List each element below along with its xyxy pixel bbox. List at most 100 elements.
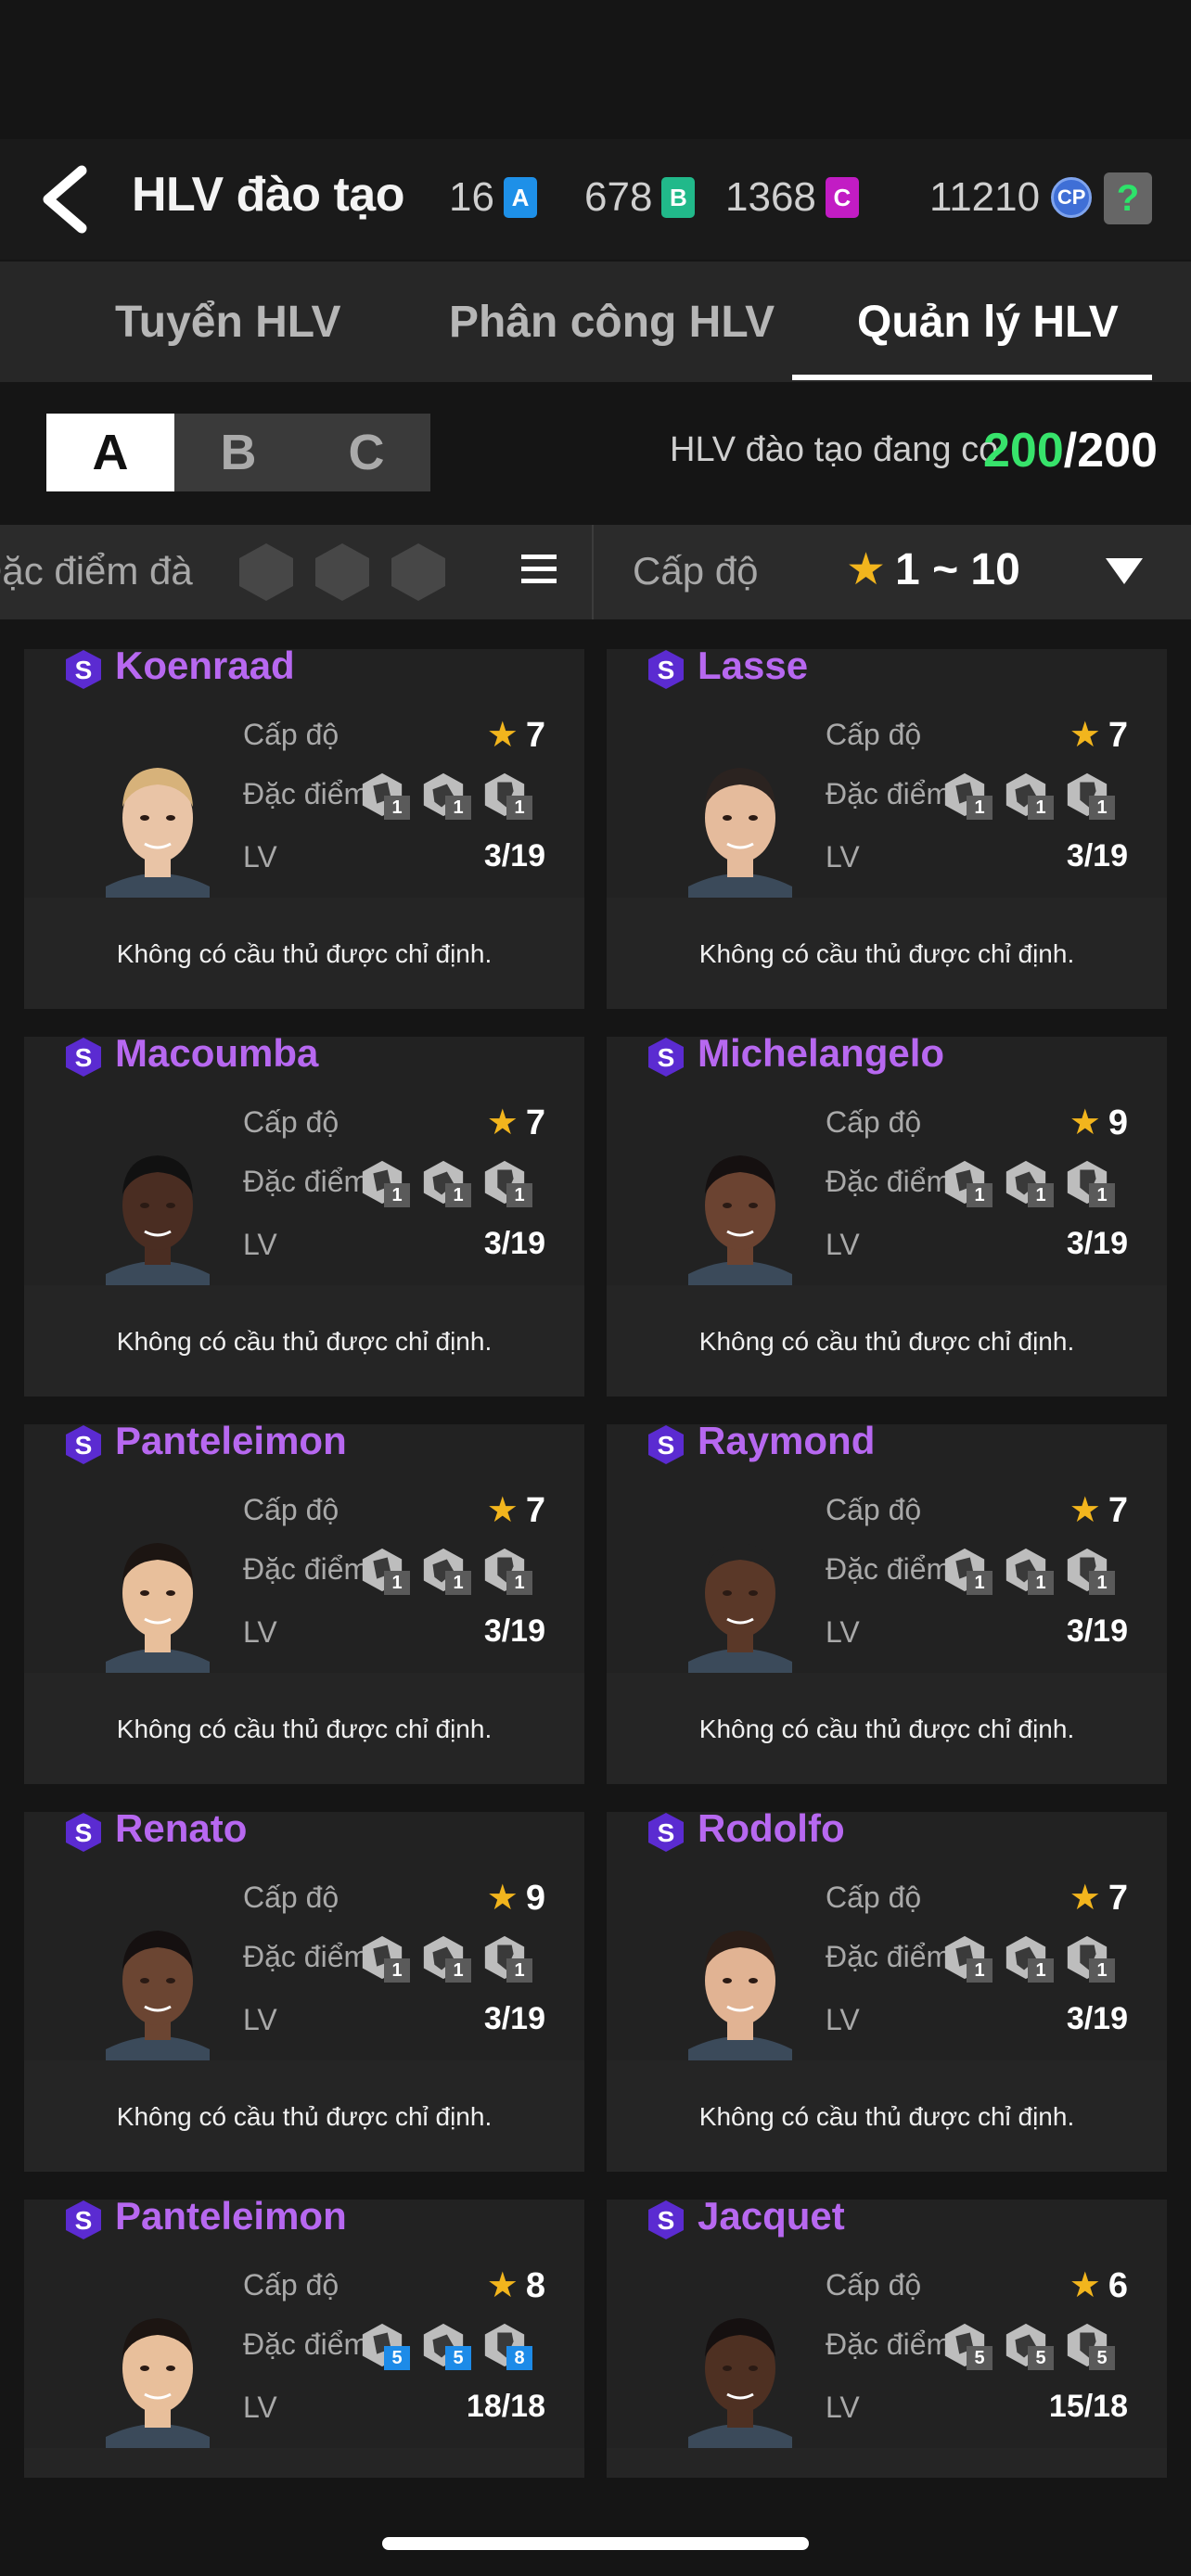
svg-text:S: S xyxy=(658,1818,675,1847)
trait-icon: 1 xyxy=(417,1934,471,1983)
coach-card-info: S Raymond Cấp độ ★ 7 Đặc điểm 1 1 1 LV 3… xyxy=(607,1419,1167,1673)
coach-level: ★ 7 xyxy=(487,1489,545,1531)
menu-icon[interactable] xyxy=(521,555,557,588)
trait-level: 5 xyxy=(967,2346,992,2370)
trait-level: 5 xyxy=(1028,2346,1054,2370)
trait-list: 1 1 1 xyxy=(356,772,532,820)
svg-text:S: S xyxy=(658,1431,675,1460)
trait-level: 1 xyxy=(384,1183,410,1207)
trait-level: 1 xyxy=(506,1571,532,1595)
svg-text:S: S xyxy=(75,1043,93,1072)
trait-icon: 1 xyxy=(1061,1934,1115,1983)
trait-icon: 1 xyxy=(479,772,532,820)
trait-icon: 1 xyxy=(1000,1547,1054,1595)
level-label: Cấp độ xyxy=(826,1881,922,1914)
trait-filter[interactable]: Đặc điểm đà xyxy=(0,525,594,619)
coach-level: ★ 7 xyxy=(1069,714,1128,756)
special-s-badge-icon: S xyxy=(66,2200,101,2239)
special-s-badge-icon: S xyxy=(66,1038,101,1077)
svg-text:S: S xyxy=(75,1431,93,1460)
trait-level: 1 xyxy=(445,796,471,820)
special-s-badge-icon: S xyxy=(648,650,684,689)
special-s-badge-icon: S xyxy=(648,2200,684,2239)
coach-level-value: 7 xyxy=(525,716,545,755)
star-icon: ★ xyxy=(1069,716,1101,755)
assignment-status: Không có cầu thủ được chỉ định. xyxy=(24,2450,584,2478)
group-a-button[interactable]: A xyxy=(46,414,174,491)
coach-card[interactable]: S Koenraad Cấp độ ★ 7 Đặc điểm 1 1 1 LV … xyxy=(24,649,584,1009)
trait-level: 1 xyxy=(1089,1958,1115,1983)
coach-card-info: S Rodolfo Cấp độ ★ 7 Đặc điểm 1 1 1 LV 3… xyxy=(607,1806,1167,2060)
back-arrow-icon[interactable] xyxy=(37,165,93,234)
trait-icon: 1 xyxy=(479,1159,532,1207)
trait-icon: 5 xyxy=(356,2322,410,2370)
trait-list: 1 1 1 xyxy=(356,1934,532,1983)
coach-card[interactable]: S Panteleimon Cấp độ ★ 8 Đặc điểm 5 5 8 … xyxy=(24,2194,584,2478)
coach-level-value: 8 xyxy=(525,2266,545,2305)
coach-lv: 3/19 xyxy=(483,1226,545,1261)
lv-label: LV xyxy=(826,2391,860,2424)
trait-level: 1 xyxy=(1089,1571,1115,1595)
level-label: Cấp độ xyxy=(826,2268,922,2302)
special-s-badge-icon: S xyxy=(648,1813,684,1852)
lv-label: LV xyxy=(826,1228,860,1261)
level-filter-value[interactable]: ★ 1 ~ 10 xyxy=(846,543,1020,595)
trait-slot-empty-icon[interactable] xyxy=(388,542,449,603)
star-icon: ★ xyxy=(486,1103,519,1142)
tab-recruit[interactable]: Tuyển HLV xyxy=(115,297,341,348)
trait-level: 1 xyxy=(967,1571,992,1595)
trait-level: 1 xyxy=(1028,796,1054,820)
svg-text:S: S xyxy=(658,2206,675,2235)
coach-name: Panteleimon xyxy=(115,1419,347,1462)
tab-manage[interactable]: Quản lý HLV xyxy=(857,297,1119,348)
tab-assign[interactable]: Phân công HLV xyxy=(449,297,775,348)
group-b-button[interactable]: B xyxy=(174,414,302,491)
coach-level: ★ 9 xyxy=(1069,1102,1128,1143)
trait-slot-empty-icon[interactable] xyxy=(312,542,373,603)
trait-icon: 1 xyxy=(479,1547,532,1595)
dropdown-arrow-icon[interactable] xyxy=(1106,558,1143,584)
trait-slot-empty-icon[interactable] xyxy=(236,542,297,603)
coach-card[interactable]: S Renato Cấp độ ★ 9 Đặc điểm 1 1 1 LV 3/… xyxy=(24,1806,584,2172)
coach-card[interactable]: S Michelangelo Cấp độ ★ 9 Đặc điểm 1 1 1… xyxy=(607,1031,1167,1396)
currency-cp: 11210 CP xyxy=(929,174,1093,221)
coach-card[interactable]: S Raymond Cấp độ ★ 7 Đặc điểm 1 1 1 LV 3… xyxy=(607,1419,1167,1784)
coach-portrait xyxy=(688,768,792,898)
star-icon: ★ xyxy=(486,2266,519,2305)
trait-icon: 1 xyxy=(1061,772,1115,820)
assignment-status: Không có cầu thủ được chỉ định. xyxy=(698,1715,1075,1743)
level-label: Cấp độ xyxy=(243,1881,339,1914)
special-s-badge-icon: S xyxy=(66,1425,101,1464)
assignment-status: Không có cầu thủ được chỉ định. xyxy=(116,1715,493,1743)
trait-list: 1 1 1 xyxy=(939,1547,1115,1595)
level-label: Cấp độ xyxy=(243,2268,339,2302)
coach-card-info: S Koenraad Cấp độ ★ 7 Đặc điểm 1 1 1 LV … xyxy=(24,649,584,898)
coach-name: Macoumba xyxy=(115,1031,319,1075)
home-indicator[interactable] xyxy=(382,2537,809,2550)
coach-level: ★ 6 xyxy=(1069,2264,1128,2306)
help-button[interactable]: ? xyxy=(1104,172,1152,224)
coach-card[interactable]: S Lasse Cấp độ ★ 7 Đặc điểm 1 1 1 LV 3/1… xyxy=(607,649,1167,1009)
trait-icon: 5 xyxy=(939,2322,992,2370)
star-icon: ★ xyxy=(1069,1491,1101,1530)
coach-card[interactable]: S Jacquet Cấp độ ★ 6 Đặc điểm 5 5 5 LV 1… xyxy=(607,2194,1167,2478)
assignment-status: Không có cầu thủ được chỉ định. xyxy=(698,2102,1075,2131)
coach-card[interactable]: S Panteleimon Cấp độ ★ 7 Đặc điểm 1 1 1 … xyxy=(24,1419,584,1784)
star-icon: ★ xyxy=(486,1491,519,1530)
trait-icon: 1 xyxy=(356,772,410,820)
coach-card[interactable]: S Macoumba Cấp độ ★ 7 Đặc điểm 1 1 1 LV … xyxy=(24,1031,584,1396)
assignment-status: Không có cầu thủ được chỉ định. xyxy=(698,1327,1075,1356)
special-s-badge-icon: S xyxy=(66,650,101,689)
coach-count: 200/200 xyxy=(983,423,1158,478)
group-c-button[interactable]: C xyxy=(302,414,430,491)
coach-level: ★ 7 xyxy=(487,714,545,756)
special-s-badge-icon: S xyxy=(66,1813,101,1852)
coach-card[interactable]: S Rodolfo Cấp độ ★ 7 Đặc điểm 1 1 1 LV 3… xyxy=(607,1806,1167,2172)
trait-level: 1 xyxy=(1028,1183,1054,1207)
trait-icon: 8 xyxy=(479,2322,532,2370)
filter-bar: Đặc điểm đà Cấp độ ★1 ~ 10 xyxy=(0,525,1191,619)
trait-level: 5 xyxy=(1089,2346,1115,2370)
trait-level: 1 xyxy=(1028,1958,1054,1983)
trait-icon: 1 xyxy=(1000,1159,1054,1207)
lv-label: LV xyxy=(243,1615,277,1649)
